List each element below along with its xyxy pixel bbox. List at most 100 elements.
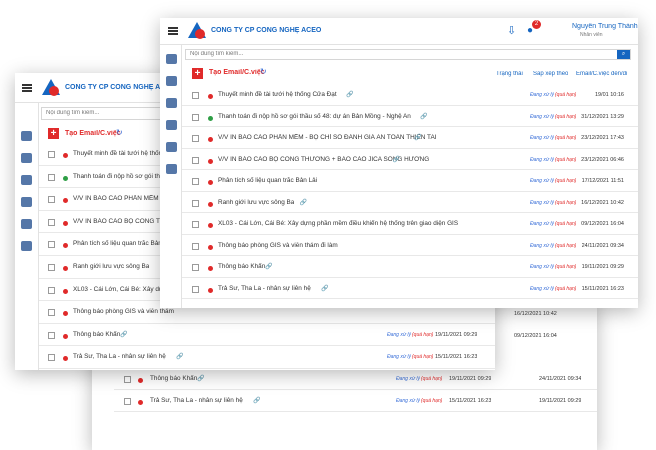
row-date: 24/11/2021 09:34 <box>539 376 582 382</box>
person-icon[interactable] <box>166 142 177 152</box>
create-label[interactable]: Tạo Email/C.việc <box>65 130 121 137</box>
row-checkbox[interactable] <box>48 173 55 181</box>
refresh-icon[interactable]: ↻ <box>260 67 267 76</box>
status-filter[interactable]: Trạng thái <box>496 71 523 77</box>
table-row[interactable]: Trả Sư, Tha La - nhân sự liên hệ 🔗 Đang xử… <box>182 278 638 299</box>
table-row[interactable]: V/V IN BÁO CÁO PHẦN MỀM - BỘ CHỈ SỐ ĐÁNH… <box>182 127 638 149</box>
status-dot <box>208 287 213 293</box>
table-row[interactable]: Trả Sư, Tha La - nhân sự liên hệ 🔗 Đang xử… <box>114 390 597 412</box>
mail-icon[interactable] <box>166 98 177 108</box>
row-checkbox[interactable] <box>48 241 55 249</box>
document-icon[interactable] <box>166 76 177 86</box>
row-title[interactable]: Phân tích số liệu quan trắc Bản Lải <box>218 177 317 184</box>
user-name[interactable]: Nguyễn Trung Thành <box>572 23 638 30</box>
table-row[interactable]: Phân tích số liệu quan trắc Bản Lải Đang … <box>182 170 638 192</box>
status-overdue: (quá hạn) <box>412 331 434 338</box>
row-checkbox[interactable] <box>48 309 55 317</box>
row-checkbox[interactable] <box>48 218 55 226</box>
list-icon[interactable] <box>21 197 32 207</box>
row-checkbox[interactable] <box>192 135 199 142</box>
settings-icon[interactable] <box>21 241 32 251</box>
status-label: Đang xử lý <box>396 398 421 404</box>
row-title[interactable]: Ranh giới lưu vực sông Ba <box>73 263 149 270</box>
menu-icon[interactable] <box>168 27 178 35</box>
row-title[interactable]: Ranh giới lưu vực sông Ba <box>218 199 294 206</box>
row-date: 31/12/2021 13:29 <box>581 113 624 120</box>
table-row[interactable]: XL03 - Cái Lớn, Cái Bé: Xây dựng phần mề… <box>182 213 638 235</box>
aceo-logo <box>42 79 60 96</box>
attachment-icon: 🔗 <box>120 331 128 338</box>
status-overdue: (quá hạn) <box>555 92 577 98</box>
row-checkbox[interactable] <box>48 264 55 271</box>
row-title[interactable]: Phân tích số liệu quan trắc Bản Lải <box>73 240 172 247</box>
row-checkbox[interactable] <box>192 178 199 185</box>
row-checkbox[interactable] <box>48 286 55 294</box>
row-title[interactable]: Thông báo phòng GIS và viễn thám <box>73 308 174 315</box>
calendar-icon[interactable] <box>21 131 32 141</box>
settings-icon[interactable] <box>166 164 177 174</box>
search-input[interactable]: Nội dung tìm kiếm... <box>46 110 99 116</box>
status-label: Đang xử lý <box>530 156 555 163</box>
row-checkbox[interactable] <box>48 354 55 362</box>
status-dot <box>138 378 143 383</box>
status-dot <box>138 400 143 405</box>
table-row[interactable]: Thông báo Khẩn 🔗 Đang xử lý (quá hạn) 19/11/… <box>114 368 597 390</box>
inbox-icon[interactable]: ⇩ <box>507 24 516 37</box>
row-title[interactable]: Thông báo Khẩn <box>150 375 197 382</box>
status-dot <box>208 158 213 164</box>
add-button[interactable]: + <box>192 68 203 79</box>
front-search-bar[interactable]: Nội dung tìm kiếm... ⌕ <box>185 49 631 60</box>
list-icon[interactable] <box>166 120 177 130</box>
row-checkbox[interactable] <box>48 331 55 339</box>
row-checkbox[interactable] <box>192 113 199 121</box>
row-checkbox[interactable] <box>192 221 199 228</box>
mail-icon[interactable] <box>21 175 32 185</box>
row-checkbox[interactable] <box>124 376 131 383</box>
row-checkbox[interactable] <box>48 151 55 158</box>
row-checkbox[interactable] <box>48 196 55 204</box>
table-row[interactable]: Ranh giới lưu vực sông Ba 🔗 Đang xử lý (quá… <box>182 192 638 213</box>
row-checkbox[interactable] <box>192 156 199 164</box>
row-title[interactable]: Trả Sư, Tha La - nhân sự liên hệ <box>73 353 166 360</box>
row-checkbox[interactable] <box>192 264 199 271</box>
refresh-icon[interactable]: ↻ <box>116 128 123 137</box>
row-title[interactable]: Thông báo phòng GIS và viễn thám đi làm <box>218 242 338 249</box>
table-row[interactable]: Thông báo Khẩn 🔗 Đang xử lý (quá hạn) 19/11/… <box>182 256 638 278</box>
row-title[interactable]: V/V IN BÁO CÁO PHẦN MỀM - BỘ <box>73 195 174 202</box>
add-button[interactable]: + <box>48 128 59 139</box>
menu-icon[interactable] <box>22 84 32 92</box>
row-title[interactable]: XL03 - Cái Lớn, Cái Bé: Xây dựng phần mề… <box>218 220 458 227</box>
row-checkbox[interactable] <box>124 398 131 405</box>
row-title[interactable]: Thuyết minh đề tài tưới hệ thống Cửa Đạt <box>218 91 337 98</box>
status-label: Đang xử lý <box>530 199 555 206</box>
table-row[interactable]: V/V IN BÁO CÁO BỘ CÔNG THƯƠNG + BÁO CÁO … <box>182 149 638 170</box>
table-row[interactable]: Thông báo phòng GIS và viễn thám đi làm Đ… <box>182 235 638 256</box>
row-checkbox[interactable] <box>192 92 199 99</box>
table-row[interactable]: Thuyết minh đề tài tưới hệ thống Cửa Đạt… <box>182 84 638 106</box>
row-checkbox[interactable] <box>192 285 199 293</box>
row-title[interactable]: Thanh toán đi nộp hồ sơ gói thầu số 48: … <box>218 113 411 120</box>
row-title[interactable]: Thông báo Khẩn <box>73 331 120 338</box>
row-date: 15/11/2021 16:23 <box>581 285 624 292</box>
table-row[interactable]: Thanh toán đi nộp hồ sơ gói thầu số 48: … <box>182 106 638 127</box>
sort-filter[interactable]: Sắp xếp theo <box>533 71 568 77</box>
document-icon[interactable] <box>21 153 32 163</box>
status-overdue: (quá hạn) <box>555 178 577 184</box>
row-title[interactable]: Thông báo Khẩn <box>218 263 265 270</box>
row-date: 19/11/2021 09:29 <box>449 376 492 382</box>
search-input[interactable]: Nội dung tìm kiếm... <box>190 51 243 57</box>
status-overdue: (quá hạn) <box>421 376 443 382</box>
table-row[interactable]: Thông báo Khẩn 🔗 Đang xử lý (quá hạn) 19/11/… <box>39 324 495 347</box>
row-title[interactable]: V/V IN BÁO CÁO PHẦN MỀM - BỘ CHỈ SỐ ĐÁNH… <box>218 134 437 141</box>
row-title[interactable]: Trả Sư, Tha La - nhân sự liên hệ <box>150 397 243 404</box>
search-button[interactable]: ⌕ <box>617 50 630 59</box>
status-overdue: (quá hạn) <box>555 156 577 163</box>
table-row[interactable]: Trả Sư, Tha La - nhân sự liên hệ 🔗 Đang xử… <box>39 346 495 369</box>
person-icon[interactable] <box>21 219 32 229</box>
row-title[interactable]: Trả Sư, Tha La - nhân sự liên hệ <box>218 285 311 292</box>
row-checkbox[interactable] <box>192 242 199 250</box>
email-filter[interactable]: Email/C.việc đến/đi <box>576 71 627 77</box>
row-checkbox[interactable] <box>192 199 199 207</box>
calendar-icon[interactable] <box>166 54 177 64</box>
create-label[interactable]: Tạo Email/C.việc <box>209 69 265 76</box>
